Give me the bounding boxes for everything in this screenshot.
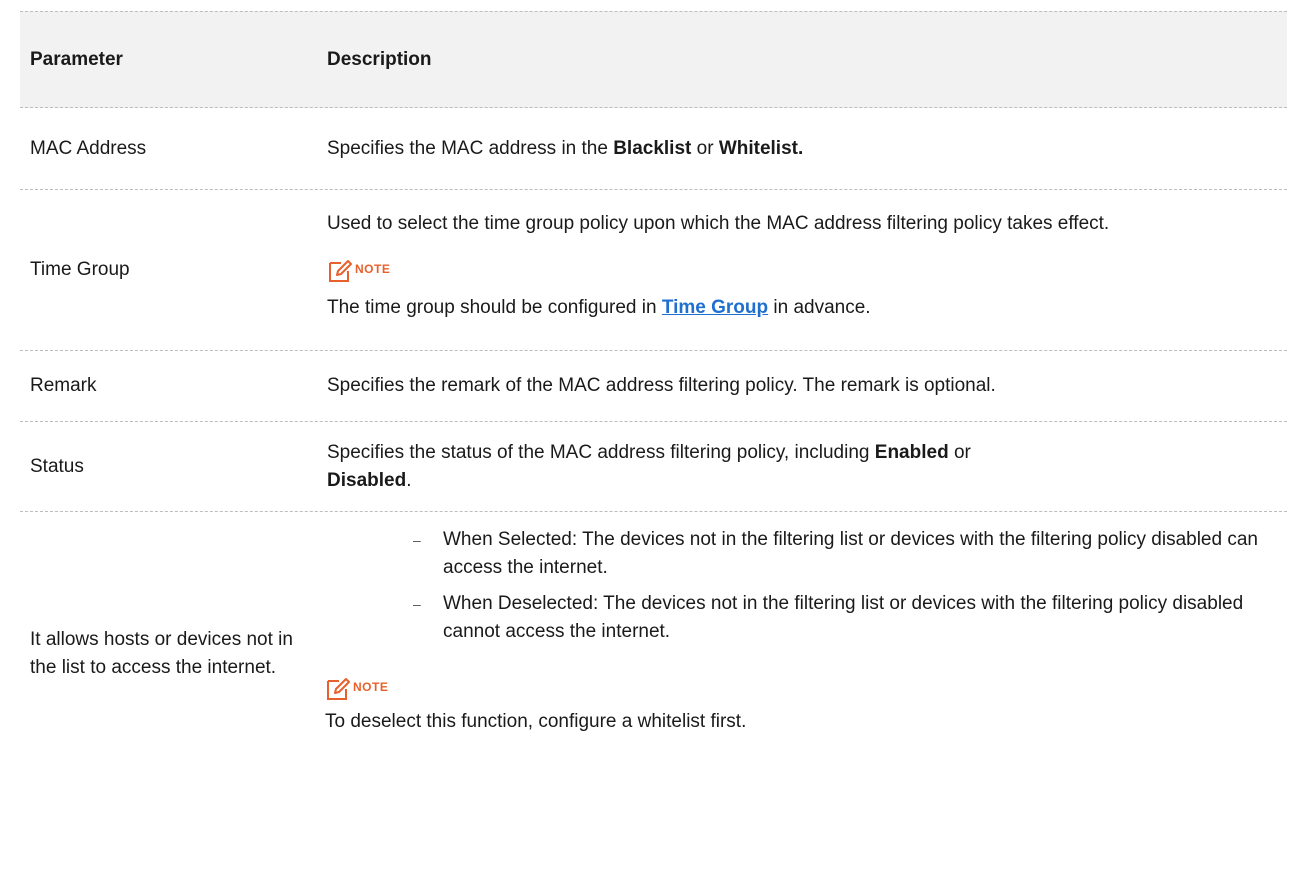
bullet-text: When Selected: The devices not in the fi… <box>443 529 1258 578</box>
desc-text: . <box>406 469 412 491</box>
list-item: – When Deselected: The devices not in th… <box>325 590 1279 646</box>
edit-note-icon <box>325 676 351 702</box>
note-text-part: in advance. <box>768 297 871 318</box>
blacklist-term: Blacklist <box>613 137 692 159</box>
desc-text: Specifies the status of the MAC address … <box>327 441 875 463</box>
desc-text: or <box>691 137 719 159</box>
edit-note-icon <box>327 258 353 284</box>
param-allow-unlisted: It allows hosts or devices not in the li… <box>30 629 293 678</box>
desc-remark: Specifies the remark of the MAC address … <box>327 375 996 396</box>
disabled-term: Disabled <box>327 469 407 491</box>
desc-allow-unlisted: – When Selected: The devices not in the … <box>325 512 1287 766</box>
table-row-status: Status Specifies the status of the MAC a… <box>20 422 1287 512</box>
header-description: Description <box>327 48 432 70</box>
param-remark: Remark <box>30 375 97 396</box>
table-header-row: Parameter Description <box>20 11 1287 108</box>
desc-status: Specifies the status of the MAC address … <box>327 439 1287 495</box>
note-text-part: The time group should be configured in <box>327 297 662 318</box>
header-parameter: Parameter <box>30 48 123 70</box>
note-callout: NOTE <box>325 668 1279 702</box>
bullet-text: When Deselected: The devices not in the … <box>443 593 1244 642</box>
list-item: – When Selected: The devices not in the … <box>325 526 1279 582</box>
bullet-mark: – <box>413 532 421 548</box>
note-callout: NOTE <box>327 250 1279 284</box>
time-group-link[interactable]: Time Group <box>662 297 768 318</box>
table-row-time-group: Time Group Used to select the time group… <box>20 190 1287 351</box>
desc-text: or <box>948 441 977 463</box>
desc-text: Used to select the time group policy upo… <box>327 213 1110 234</box>
desc-mac-address: Specifies the MAC address in the Blackli… <box>327 135 1287 163</box>
note-text: To deselect this function, configure a w… <box>325 711 747 732</box>
note-text: The time group should be configured in T… <box>327 294 1279 322</box>
desc-time-group: Used to select the time group policy upo… <box>327 190 1287 350</box>
desc-text: Specifies the MAC address in the <box>327 137 614 159</box>
note-label: NOTE <box>353 680 389 694</box>
param-time-group: Time Group <box>30 259 130 280</box>
parameter-table: Parameter Description MAC Address Specif… <box>20 11 1287 766</box>
whitelist-term: Whitelist. <box>718 137 804 159</box>
bullet-mark: – <box>413 596 421 612</box>
table-row-mac-address: MAC Address Specifies the MAC address in… <box>20 108 1287 190</box>
note-label: NOTE <box>355 262 391 276</box>
param-status: Status <box>30 455 84 477</box>
param-mac-address: MAC Address <box>30 137 147 159</box>
table-row-remark: Remark Specifies the remark of the MAC a… <box>20 351 1287 422</box>
table-row-allow-unlisted: It allows hosts or devices not in the li… <box>20 512 1287 766</box>
enabled-term: Enabled <box>874 441 949 463</box>
